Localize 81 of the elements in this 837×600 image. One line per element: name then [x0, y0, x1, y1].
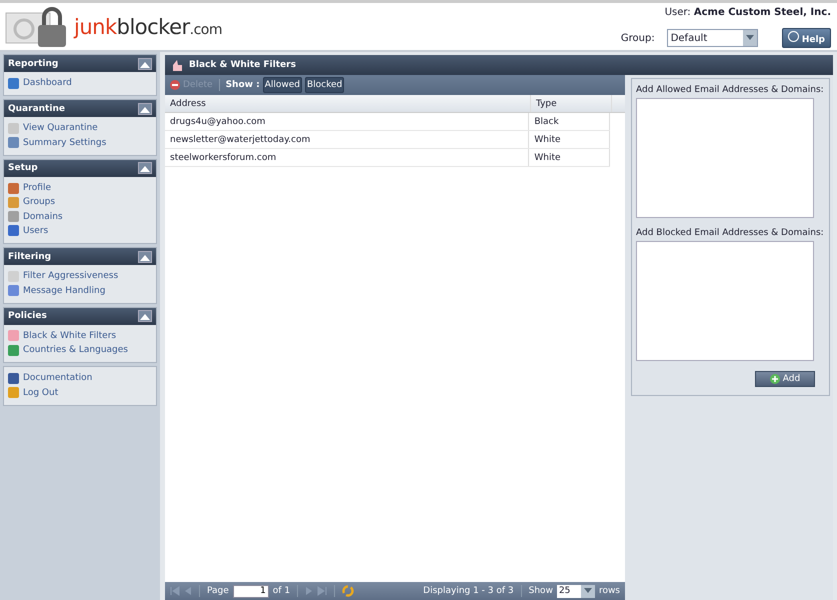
- filter-toggle[interactable]: Blocked: [304, 77, 344, 93]
- collapse-icon[interactable]: [138, 310, 152, 322]
- menu-item-icon: [8, 78, 19, 89]
- blocked-addresses-field[interactable]: [636, 241, 814, 361]
- refresh-icon[interactable]: [342, 585, 354, 597]
- nav-link[interactable]: Countries & Languages: [8, 342, 152, 358]
- show-label: Show: [528, 586, 553, 596]
- column-header[interactable]: Address: [165, 95, 531, 112]
- up-arrow-icon: [140, 104, 150, 113]
- table-cell: White: [529, 149, 610, 166]
- section-title: Reporting: [8, 58, 58, 68]
- up-arrow-icon: [140, 164, 150, 172]
- nav-link[interactable]: Documentation: [8, 371, 152, 386]
- first-page-icon[interactable]: [170, 586, 180, 596]
- next-page-icon[interactable]: [305, 586, 314, 596]
- group-dropdown[interactable]: Default: [666, 29, 758, 47]
- page-field[interactable]: 1: [232, 584, 269, 598]
- table-cell: White: [529, 131, 610, 148]
- menu-item-icon: [8, 285, 19, 296]
- column-header[interactable]: Type: [531, 95, 612, 112]
- section-title: Filtering: [8, 252, 52, 262]
- menu-item-icon: [8, 137, 19, 148]
- collapse-icon[interactable]: [138, 250, 152, 263]
- menu-item-icon: [8, 344, 19, 356]
- nav-link[interactable]: Black & White Filters: [8, 328, 152, 343]
- menu-item-icon: [8, 225, 19, 236]
- allowed-addresses-field[interactable]: [636, 98, 814, 218]
- nav-link[interactable]: Users: [8, 224, 152, 238]
- rows-dropdown[interactable]: 25: [556, 584, 595, 598]
- nav-link[interactable]: Domains: [8, 209, 152, 224]
- minus-circle-icon: [170, 80, 180, 90]
- panel-title: Black & White Filters: [189, 60, 296, 70]
- menu-item-icon: [8, 122, 19, 134]
- user-label: User: Acme Custom Steel, Inc.: [664, 7, 831, 18]
- menu-item-icon: [8, 372, 19, 384]
- last-page-icon[interactable]: [317, 586, 328, 596]
- page-count: of 1: [272, 586, 290, 596]
- nav-link[interactable]: Dashboard: [8, 76, 152, 90]
- group-label: Group:: [620, 32, 655, 44]
- menu-item-icon: [8, 387, 19, 398]
- up-arrow-icon: [140, 252, 150, 261]
- display-status: Displaying 1 - 3 of 3: [423, 586, 514, 596]
- blocked-label: Add Blocked Email Addresses & Domains:: [636, 228, 825, 238]
- nav-link[interactable]: Groups: [8, 195, 152, 210]
- menu-item-icon: [8, 211, 19, 222]
- menu-item-icon: [8, 330, 19, 342]
- section-title: Policies: [8, 311, 47, 322]
- collapse-icon[interactable]: [138, 102, 152, 115]
- menu-item-icon: [8, 182, 19, 194]
- allowed-label: Add Allowed Email Addresses & Domains:: [636, 85, 825, 95]
- menu-item-icon: [8, 196, 19, 208]
- plus-circle-icon: [770, 374, 780, 384]
- nav-link[interactable]: View Quarantine: [8, 121, 152, 136]
- section-title: Quarantine: [8, 104, 65, 114]
- rows-label: rows: [598, 586, 620, 596]
- previous-page-icon[interactable]: [184, 586, 192, 596]
- page-label: Page: [207, 586, 229, 596]
- table-cell: steelworkersforum.com: [165, 149, 530, 166]
- logo-wordmark: junkblocker.com: [74, 14, 222, 38]
- show-label: Show :: [226, 80, 260, 90]
- collapse-icon[interactable]: [138, 58, 152, 70]
- hand-icon: [171, 59, 183, 71]
- dropdown-arrow-icon: [584, 588, 592, 594]
- nav-link[interactable]: Filter Aggressiveness: [8, 269, 152, 284]
- table-cell: Black: [529, 113, 610, 130]
- nav-link[interactable]: Profile: [8, 180, 152, 196]
- up-arrow-icon: [140, 60, 150, 68]
- collapse-icon[interactable]: [138, 162, 152, 174]
- up-arrow-icon: [140, 312, 150, 320]
- help-button[interactable]: Help: [782, 28, 831, 48]
- help-circle-icon: [788, 31, 799, 42]
- menu-item-icon: [8, 270, 19, 282]
- section-title: Setup: [8, 163, 38, 174]
- table-cell: newsletter@waterjettoday.com: [165, 131, 530, 148]
- nav-link[interactable]: Log Out: [8, 386, 152, 400]
- table-cell: drugs4u@yahoo.com: [165, 113, 530, 130]
- add-button[interactable]: Add: [755, 371, 815, 387]
- nav-link[interactable]: Summary Settings: [8, 136, 152, 150]
- nav-link[interactable]: Message Handling: [8, 283, 152, 298]
- dropdown-arrow-icon: [746, 35, 754, 41]
- filter-toggle[interactable]: Allowed: [262, 77, 302, 93]
